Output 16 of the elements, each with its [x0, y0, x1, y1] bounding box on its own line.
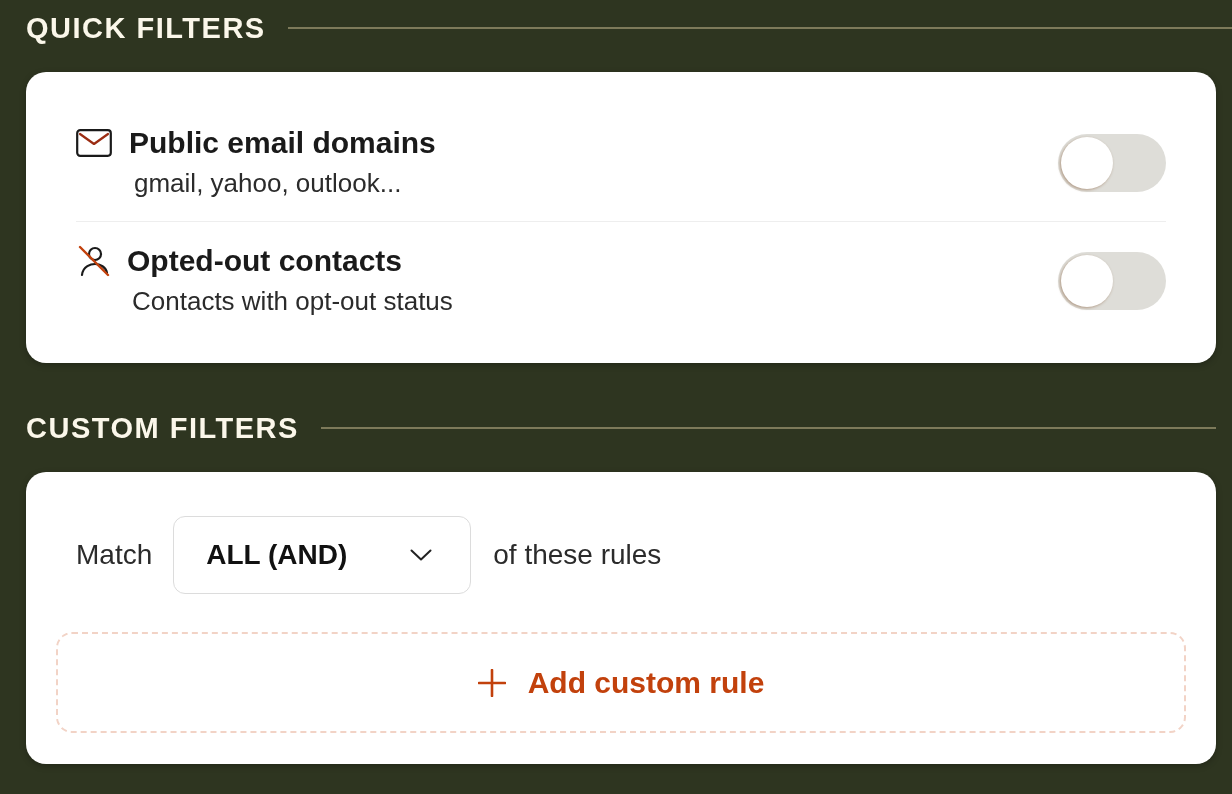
add-custom-rule-button[interactable]: Add custom rule: [56, 632, 1186, 733]
toggle-switch[interactable]: [1058, 251, 1166, 310]
plus-icon: [477, 668, 506, 697]
chevron-down-icon: [410, 549, 433, 561]
filter-description: gmail, yahoo, outlook...: [133, 167, 403, 200]
section-heading: CUSTOM FILTERS: [26, 411, 299, 446]
filter-title: Public email domains: [129, 125, 436, 161]
match-label: Match: [76, 538, 153, 572]
match-suffix: of these rules: [493, 538, 662, 572]
envelope-icon: [76, 129, 112, 157]
filter-title: Opted-out contacts: [127, 243, 403, 279]
match-dropdown[interactable]: ALL (AND): [173, 516, 472, 594]
filter-description: Contacts with opt-out status: [131, 285, 453, 318]
toggle-switch[interactable]: [1058, 133, 1166, 192]
person-slash-icon: [78, 245, 110, 277]
section-heading: QUICK FILTERS: [26, 11, 266, 46]
